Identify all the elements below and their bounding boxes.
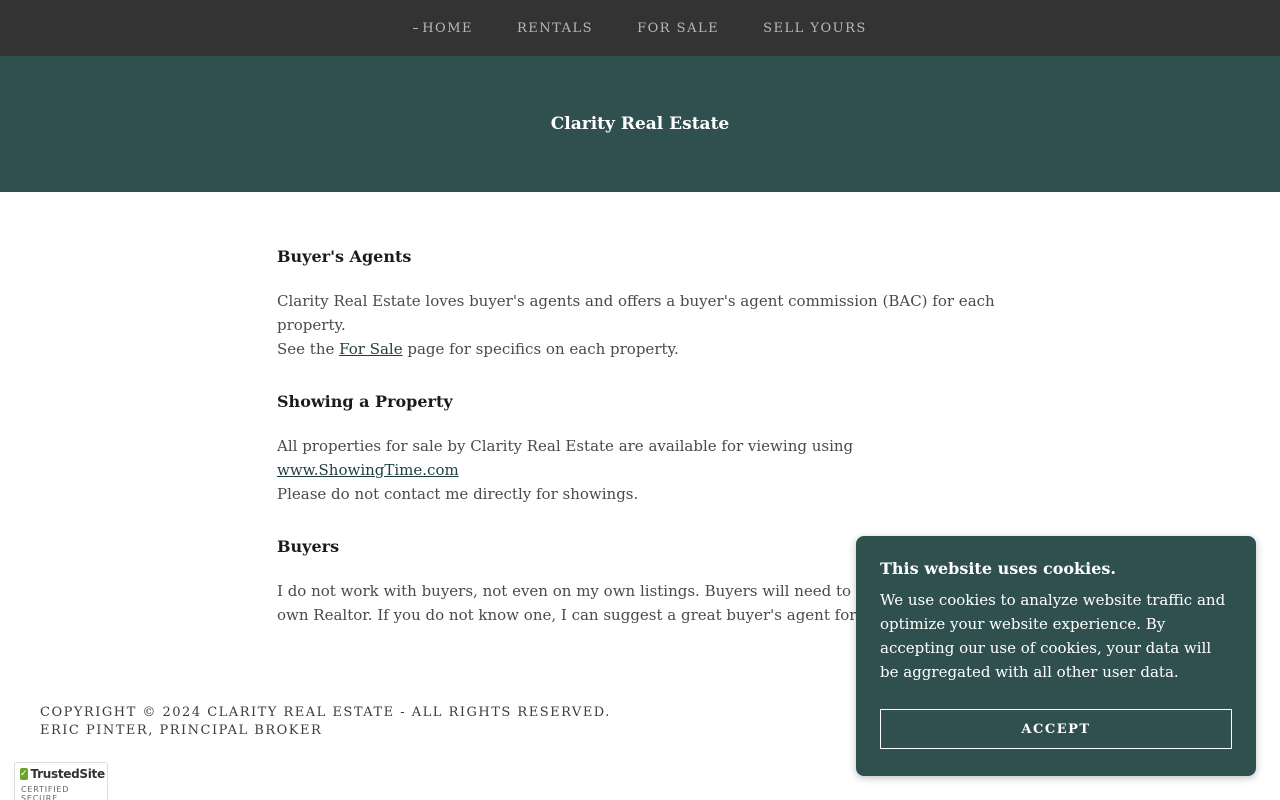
accept-button[interactable]: ACCEPT — [880, 709, 1232, 749]
paragraph-text: page for specifics on each property. — [402, 340, 679, 358]
badge-subtitle: CERTIFIED SECURE — [21, 785, 70, 800]
section-heading: Buyer's Agents — [277, 247, 412, 266]
section-buyers-agents: Buyer's Agents Clarity Real Estate loves… — [277, 246, 1017, 361]
top-navigation: HOME RENTALS FOR SALE SELL YOURS — [0, 0, 1280, 56]
for-sale-link[interactable]: For Sale — [339, 340, 402, 358]
paragraph-text: Clarity Real Estate loves buyer's agents… — [277, 292, 995, 334]
nav-item-label: SELL YOURS — [763, 20, 867, 36]
check-icon: ✓ — [20, 768, 28, 780]
paragraph-text: Please do not contact me directly for sh… — [277, 485, 639, 503]
nav-item-label: FOR SALE — [637, 20, 720, 36]
site-title: Clarity Real Estate — [550, 114, 730, 134]
nav-item-sell-yours[interactable]: SELL YOURS — [763, 21, 867, 36]
cookie-body: We use cookies to analyze website traffi… — [880, 591, 1226, 681]
nav-item-label: HOME — [422, 20, 474, 36]
hero-banner: Clarity Real Estate — [0, 56, 1280, 192]
section-paragraph: All properties for sale by Clarity Real … — [277, 434, 1017, 506]
nav-item-rentals[interactable]: RENTALS — [517, 21, 593, 36]
showingtime-link[interactable]: www.ShowingTime.com — [277, 461, 459, 479]
paragraph-text: All properties for sale by Clarity Real … — [277, 437, 854, 455]
cookie-title: This website uses cookies. — [880, 559, 1116, 578]
trustedsite-badge[interactable]: ✓ TrustedSite CERTIFIED SECURE — [14, 762, 108, 800]
paragraph-text: See the — [277, 340, 340, 358]
badge-row: ✓ TrustedSite — [20, 767, 106, 781]
cookie-consent-dialog: This website uses cookies. We use cookie… — [856, 536, 1256, 776]
broker-text: ERIC PINTER, PRINCIPAL BROKER — [40, 723, 323, 738]
section-heading: Showing a Property — [277, 392, 453, 411]
copyright-text: COPYRIGHT © 2024 CLARITY REAL ESTATE - A… — [40, 705, 611, 720]
active-indicator — [413, 27, 419, 29]
nav-item-label: RENTALS — [517, 20, 594, 36]
site-footer: COPYRIGHT © 2024 CLARITY REAL ESTATE - A… — [40, 704, 611, 740]
badge-brand: TrustedSite — [30, 767, 106, 781]
section-showing-property: Showing a Property All properties for sa… — [277, 391, 1017, 506]
section-paragraph: Clarity Real Estate loves buyer's agents… — [277, 289, 1017, 361]
nav-item-for-sale[interactable]: FOR SALE — [637, 21, 719, 36]
nav-item-home[interactable]: HOME — [413, 21, 473, 36]
